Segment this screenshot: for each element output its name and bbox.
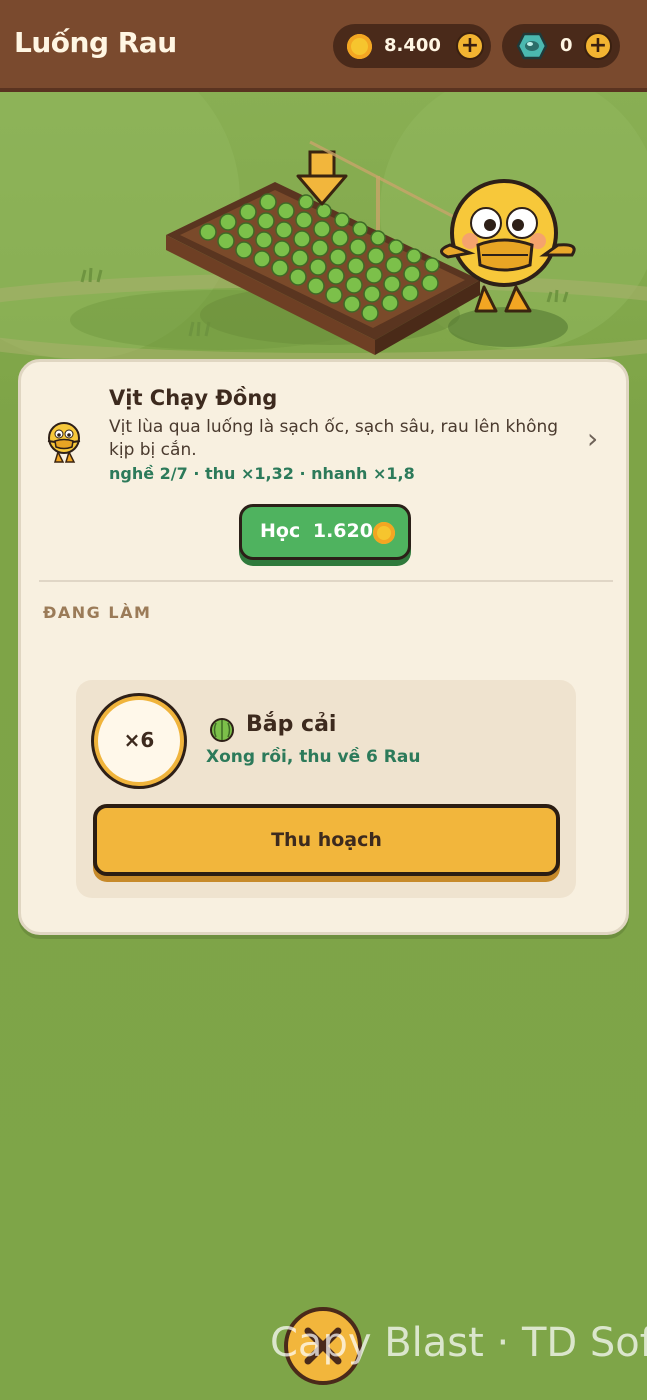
duck-avatar-icon [47,422,81,463]
coin-icon [373,522,395,544]
learn-cost: 1.620 [312,520,373,542]
duck-character[interactable] [440,175,585,355]
learn-button[interactable]: Học 1.620 [239,504,411,560]
chevron-right-icon[interactable]: › [587,422,598,455]
watermark: Capy Blast · TD Soft [270,1320,647,1366]
upgrade-description: Vịt lùa qua luống là sạch ốc, sạch sâu, … [109,417,559,460]
divider [39,580,613,582]
coin-counter: 8.400 + [333,24,491,68]
coin-icon [347,34,372,59]
page-title: Luống Rau [14,26,177,59]
gem-counter: 0 + [502,24,620,68]
upgrade-stats: nghề 2/7 · thu ×1,32 · nhanh ×1,8 [109,464,415,483]
harvest-label: Thu hoạch [271,829,382,851]
add-coins-button[interactable]: + [456,32,484,60]
harvest-button[interactable]: Thu hoạch [93,804,560,876]
job-card: ×6 Bắp cải Xong rồi, thu về 6 Rau Thu ho… [76,680,576,898]
section-title: ĐANG LÀM [43,603,152,622]
crop-status: Xong rồi, thu về 6 Rau [206,747,421,767]
upgrade-name: Vịt Chạy Đồng [109,386,278,410]
cabbage-icon [210,718,234,742]
crop-name: Bắp cải [246,712,337,737]
bed-panel: Vịt Chạy Đồng Vịt lùa qua luống là sạch … [18,359,629,935]
upgrade-row[interactable]: Vịt Chạy Đồng Vịt lùa qua luống là sạch … [21,362,626,512]
gem-icon [516,32,548,60]
learn-label: Học [260,520,301,542]
coin-amount: 8.400 [384,35,441,56]
gem-amount: 0 [560,35,573,56]
top-bar: Luống Rau 8.400 + 0 + [0,0,647,92]
yield-multiplier: ×6 [123,728,155,752]
progress-ring: ×6 [94,696,184,786]
add-gems-button[interactable]: + [584,32,612,60]
